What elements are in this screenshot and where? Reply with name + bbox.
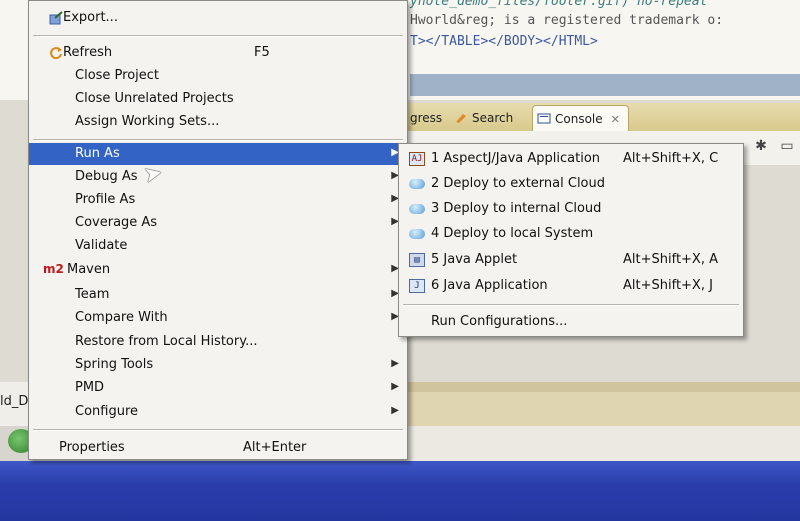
editor-line-2: Hworld&reg; is a registered trademark o:: [410, 13, 724, 28]
menu-item-validate[interactable]: Validate: [29, 235, 407, 257]
tab-console[interactable]: Console ✕: [532, 105, 629, 132]
cloud-icon: [409, 227, 425, 241]
java-app-icon: J: [409, 279, 425, 293]
project-context-menu: Export... Refresh F5 Close Project Close…: [28, 0, 408, 460]
view-menu-icon[interactable]: ▭: [778, 138, 796, 156]
close-icon[interactable]: ✕: [611, 113, 620, 126]
views-tab-bar: gress Search Console ✕: [406, 103, 800, 132]
run-as-aspectj-java-application[interactable]: AJ 1 AspectJ/Java Application Alt+Shift+…: [399, 147, 743, 171]
menu-item-maven[interactable]: m2 Maven ▶: [29, 259, 407, 281]
tab-search-label: Search: [472, 111, 514, 125]
export-icon: [49, 11, 63, 25]
menu-item-properties[interactable]: Properties Alt+Enter: [29, 437, 407, 459]
tab-progress[interactable]: gress: [410, 107, 442, 129]
editor-horizontal-scrollbar[interactable]: [410, 74, 800, 96]
tab-console-label: Console: [555, 112, 603, 126]
menu-item-close-project[interactable]: Close Project: [29, 65, 407, 87]
submenu-arrow-icon: ▶: [391, 358, 399, 369]
run-as-deploy-local-system[interactable]: 4 Deploy to local System: [399, 222, 743, 246]
shortcut-refresh: F5: [254, 45, 270, 60]
run-as-submenu: AJ 1 AspectJ/Java Application Alt+Shift+…: [398, 143, 744, 337]
editor-line-3: T></TABLE></BODY></HTML>: [410, 34, 598, 49]
menu-item-coverage-as[interactable]: Coverage As ▶: [29, 212, 407, 234]
status-area-right: [406, 382, 800, 426]
menu-item-restore-local-history[interactable]: Restore from Local History...: [29, 331, 407, 353]
submenu-arrow-icon: ▶: [391, 381, 399, 392]
cloud-icon: [409, 202, 425, 216]
menu-item-refresh[interactable]: Refresh F5: [29, 42, 407, 64]
menu-item-compare-with[interactable]: Compare With ▶: [29, 307, 407, 329]
tab-progress-label: gress: [410, 111, 443, 125]
run-as-java-application[interactable]: J 6 Java Application Alt+Shift+X, J: [399, 274, 743, 298]
run-as-deploy-external-cloud[interactable]: 2 Deploy to external Cloud: [399, 172, 743, 196]
maven-icon: m2: [43, 262, 64, 276]
shortcut-properties: Alt+Enter: [243, 440, 307, 455]
menu-item-close-unrelated-projects[interactable]: Close Unrelated Projects: [29, 88, 407, 110]
run-configurations[interactable]: Run Configurations...: [399, 310, 743, 334]
menu-item-spring-tools[interactable]: Spring Tools ▶: [29, 354, 407, 376]
menu-item-assign-working-sets[interactable]: Assign Working Sets...: [29, 111, 407, 133]
refresh-icon: [49, 46, 63, 60]
menu-item-pmd[interactable]: PMD ▶: [29, 377, 407, 399]
search-icon: [454, 112, 468, 124]
console-icon: [537, 113, 551, 125]
menu-item-debug-as[interactable]: Debug As ▶: [29, 166, 407, 188]
java-applet-icon: ▤: [409, 253, 425, 267]
editor-line-1: ynote_demo_files/footer.gif) no-repeat: [410, 0, 708, 9]
aspectj-app-icon: AJ: [409, 152, 425, 166]
taskbar: [0, 461, 800, 521]
status-strip: [406, 426, 800, 461]
run-as-deploy-internal-cloud[interactable]: 3 Deploy to internal Cloud: [399, 197, 743, 221]
cloud-icon: [409, 177, 425, 191]
menu-item-profile-as[interactable]: Profile As ▶: [29, 189, 407, 211]
menu-item-team[interactable]: Team ▶: [29, 284, 407, 306]
status-text: ld_D: [0, 394, 29, 409]
pin-console-icon[interactable]: ✱: [752, 138, 770, 156]
menu-item-run-as[interactable]: Run As ▶: [29, 143, 407, 165]
menu-item-configure[interactable]: Configure ▶: [29, 401, 407, 423]
submenu-arrow-icon: ▶: [391, 405, 399, 416]
run-as-java-applet[interactable]: ▤ 5 Java Applet Alt+Shift+X, A: [399, 248, 743, 272]
menu-item-export[interactable]: Export...: [29, 7, 407, 29]
tab-search[interactable]: Search: [454, 107, 513, 129]
